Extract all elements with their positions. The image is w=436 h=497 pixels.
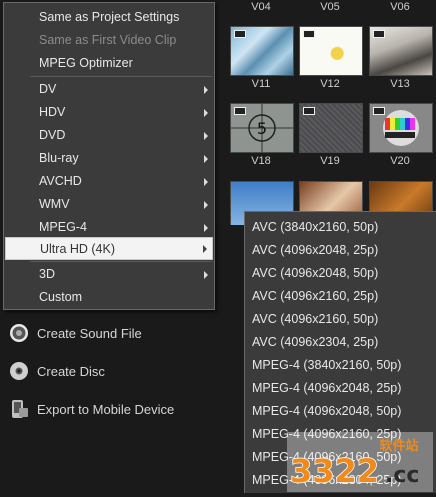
submenu-item-avc-4096x2048-25p[interactable]: AVC (4096x2048, 25p) bbox=[245, 239, 435, 262]
submenu-item-avc-4096x2160-25p[interactable]: AVC (4096x2160, 25p) bbox=[245, 285, 435, 308]
countdown-leader-graphic: 5 bbox=[231, 104, 293, 152]
svg-text:5: 5 bbox=[257, 119, 267, 138]
clip-label-v18: V18 bbox=[251, 155, 271, 167]
submenu-item-label: AVC (4096x2048, 50p) bbox=[252, 266, 379, 280]
video-clip-icon bbox=[303, 30, 315, 38]
menu-item-label: Custom bbox=[39, 290, 83, 304]
clip-thumbnail-v18[interactable]: 5 bbox=[230, 103, 294, 153]
video-clip-icon bbox=[303, 107, 315, 115]
submenu-arrow-icon bbox=[204, 201, 208, 209]
video-clip-icon bbox=[234, 30, 246, 38]
submenu-item-avc-4096x2160-50p[interactable]: AVC (4096x2160, 50p) bbox=[245, 308, 435, 331]
clip-label-v04: V04 bbox=[251, 1, 271, 13]
clip-label-v12: V12 bbox=[320, 78, 340, 90]
submenu-arrow-icon bbox=[204, 178, 208, 186]
submenu-item-label: AVC (4096x2304, 25p) bbox=[252, 335, 379, 349]
menu-item-blu-ray[interactable]: Blu-ray bbox=[4, 147, 214, 170]
menu-item-wmv[interactable]: WMV bbox=[4, 193, 214, 216]
clip-thumbnail-v12[interactable] bbox=[299, 26, 363, 76]
menu-item-label: Ultra HD (4K) bbox=[40, 242, 116, 256]
submenu-arrow-icon bbox=[204, 155, 208, 163]
menu-item-hdv[interactable]: HDV bbox=[4, 101, 214, 124]
submenu-item-mpeg4-3840x2160-50p[interactable]: MPEG-4 (3840x2160, 50p) bbox=[245, 354, 435, 377]
clip-label-v20: V20 bbox=[390, 155, 410, 167]
create-disc-label: Create Disc bbox=[37, 363, 105, 379]
submenu-item-mpeg4-4096x2048-50p[interactable]: MPEG-4 (4096x2048, 50p) bbox=[245, 400, 435, 423]
menu-item-label: Same as Project Settings bbox=[39, 10, 180, 24]
submenu-item-avc-4096x2304-25p[interactable]: AVC (4096x2304, 25p) bbox=[245, 331, 435, 354]
create-sound-file-label: Create Sound File bbox=[37, 325, 142, 341]
submenu-item-label: MPEG-4 (3840x2160, 50p) bbox=[252, 358, 402, 372]
menu-item-label: 3D bbox=[39, 267, 55, 281]
menu-item-dvd[interactable]: DVD bbox=[4, 124, 214, 147]
menu-item-label: Same as First Video Clip bbox=[39, 33, 177, 47]
submenu-item-label: MPEG-4 (4096x2048, 25p) bbox=[252, 381, 402, 395]
test-pattern-graphic bbox=[383, 110, 419, 146]
menu-item-mpeg-optimizer[interactable]: MPEG Optimizer bbox=[4, 52, 214, 75]
submenu-arrow-icon bbox=[203, 245, 207, 253]
menu-separator bbox=[30, 261, 212, 262]
menu-item-same-as-first-video-clip: Same as First Video Clip bbox=[4, 29, 214, 52]
menu-item-avchd[interactable]: AVCHD bbox=[4, 170, 214, 193]
clip-label-v05: V05 bbox=[320, 1, 340, 13]
site-watermark: 软件站 3322 .cc bbox=[287, 432, 433, 492]
watermark-logo: 软件站 3322 .cc bbox=[287, 432, 433, 492]
clip-label-v06: V06 bbox=[390, 1, 410, 13]
menu-item-label: AVCHD bbox=[39, 174, 82, 188]
submenu-item-label: MPEG-4 (4096x2048, 50p) bbox=[252, 404, 402, 418]
menu-item-label: DVD bbox=[39, 128, 66, 142]
menu-separator bbox=[30, 76, 212, 77]
menu-item-label: Blu-ray bbox=[39, 151, 79, 165]
menu-item-ultra-hd-4k[interactable]: Ultra HD (4K) bbox=[5, 237, 213, 260]
menu-item-3d[interactable]: 3D bbox=[4, 263, 214, 286]
video-clip-icon bbox=[373, 30, 385, 38]
menu-item-label: MPEG-4 bbox=[39, 220, 87, 234]
menu-item-mpeg-4[interactable]: MPEG-4 bbox=[4, 216, 214, 239]
watermark-suffix-text: .cc bbox=[385, 463, 419, 488]
menu-item-label: HDV bbox=[39, 105, 66, 119]
submenu-item-mpeg4-4096x2048-25p[interactable]: MPEG-4 (4096x2048, 25p) bbox=[245, 377, 435, 400]
submenu-item-label: AVC (4096x2048, 25p) bbox=[252, 243, 379, 257]
menu-item-label: DV bbox=[39, 82, 57, 96]
format-dropdown-menu: Same as Project Settings Same as First V… bbox=[3, 2, 215, 310]
menu-item-custom[interactable]: Custom bbox=[4, 286, 214, 309]
menu-item-label: MPEG Optimizer bbox=[39, 56, 133, 70]
submenu-arrow-icon bbox=[204, 86, 208, 94]
create-sound-file-button[interactable]: Create Sound File bbox=[8, 319, 142, 347]
menu-item-label: WMV bbox=[39, 197, 70, 211]
disc-icon bbox=[10, 362, 28, 380]
clip-label-v13: V13 bbox=[390, 78, 410, 90]
menu-item-dv[interactable]: DV bbox=[4, 78, 214, 101]
export-to-mobile-device-button[interactable]: Export to Mobile Device bbox=[8, 395, 174, 423]
submenu-item-label: AVC (4096x2160, 25p) bbox=[252, 289, 379, 303]
submenu-item-label: AVC (3840x2160, 50p) bbox=[252, 220, 379, 234]
submenu-item-avc-4096x2048-50p[interactable]: AVC (4096x2048, 50p) bbox=[245, 262, 435, 285]
submenu-item-avc-3840x2160-50p[interactable]: AVC (3840x2160, 50p) bbox=[245, 216, 435, 239]
clip-label-v11: V11 bbox=[251, 78, 271, 90]
export-to-mobile-device-label: Export to Mobile Device bbox=[37, 401, 175, 417]
submenu-arrow-icon bbox=[204, 271, 208, 279]
submenu-arrow-icon bbox=[204, 109, 208, 117]
clip-thumbnail-v20[interactable] bbox=[369, 103, 433, 153]
submenu-item-label: AVC (4096x2160, 50p) bbox=[252, 312, 379, 326]
menu-item-same-as-project-settings[interactable]: Same as Project Settings bbox=[4, 6, 214, 29]
submenu-arrow-icon bbox=[204, 132, 208, 140]
watermark-chinese-text: 软件站 bbox=[379, 438, 418, 454]
sound-file-icon bbox=[10, 324, 28, 342]
clip-thumbnail-v13[interactable] bbox=[369, 26, 433, 76]
clip-thumbnail-v19[interactable] bbox=[299, 103, 363, 153]
mobile-device-icon bbox=[12, 400, 28, 418]
submenu-arrow-icon bbox=[204, 224, 208, 232]
clip-label-v19: V19 bbox=[320, 155, 340, 167]
create-disc-button[interactable]: Create Disc bbox=[8, 357, 105, 385]
watermark-number-text: 3322 bbox=[290, 452, 379, 490]
clip-thumbnail-v11[interactable] bbox=[230, 26, 294, 76]
